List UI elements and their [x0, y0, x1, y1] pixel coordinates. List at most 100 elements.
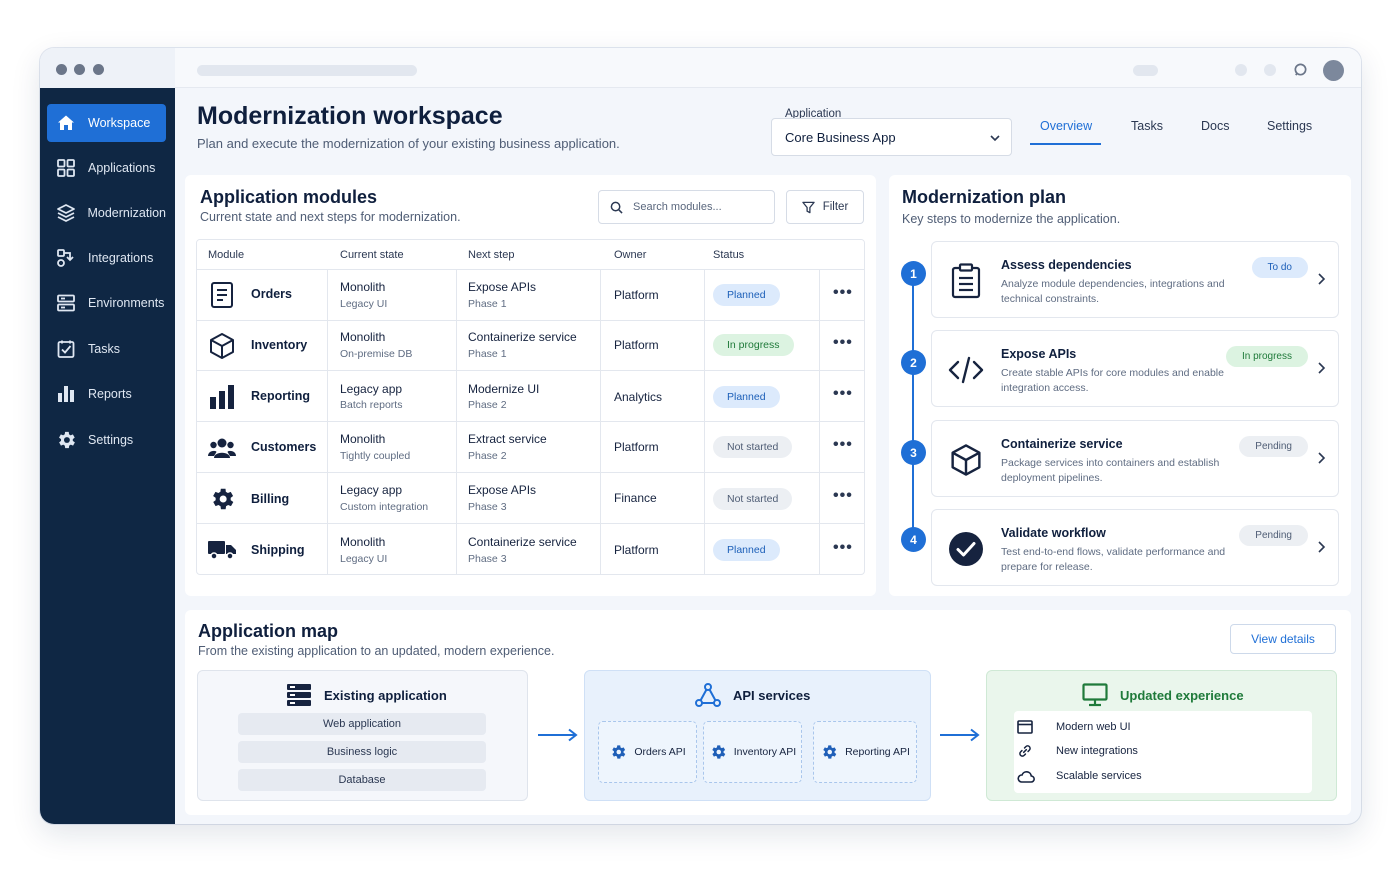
sidebar-item-label: Environments: [88, 296, 165, 310]
layer-item: Business logic: [238, 741, 486, 763]
column-header[interactable]: Owner: [614, 249, 646, 261]
tab-settings[interactable]: Settings: [1267, 119, 1312, 133]
owner: Platform: [614, 338, 659, 352]
tab-tasks[interactable]: Tasks: [1131, 119, 1163, 133]
plan-step[interactable]: Validate workflow Test end-to-end flows,…: [931, 509, 1339, 586]
toolbar-circle[interactable]: [1235, 64, 1247, 76]
module-name: Shipping: [251, 543, 305, 557]
current-state: Monolith: [340, 535, 386, 549]
current-state-detail: Legacy UI: [340, 553, 388, 565]
toolbar-circle[interactable]: [1264, 64, 1276, 76]
layer-item: Database: [238, 769, 486, 791]
api-title-row: API services: [695, 683, 810, 707]
tab-overview[interactable]: Overview: [1040, 119, 1092, 133]
current-state: Legacy app: [340, 382, 403, 396]
plan-step[interactable]: Expose APIs Create stable APIs for core …: [931, 330, 1339, 407]
api-chip[interactable]: Inventory API: [703, 721, 802, 783]
column-header[interactable]: Status: [713, 249, 744, 261]
layers-icon: [55, 202, 76, 224]
current-state: Monolith: [340, 330, 386, 344]
step-number: 2: [901, 350, 926, 375]
main-content: Modernization workspace Plan and execute…: [175, 88, 1361, 824]
sidebar-item-environments[interactable]: Environments: [47, 284, 166, 322]
row-menu-button[interactable]: •••: [833, 539, 853, 557]
modules-subtitle: Current state and next steps for moderni…: [200, 210, 461, 224]
plan-subtitle: Key steps to modernize the application.: [902, 212, 1121, 226]
step-description: Package services into containers and est…: [1001, 457, 1220, 484]
current-state-detail: Tightly coupled: [340, 450, 411, 462]
status-badge: To do: [1251, 257, 1308, 278]
view-details-button[interactable]: View details: [1230, 624, 1336, 654]
window-control-dot[interactable]: [93, 64, 104, 75]
sidebar-item-reports[interactable]: Reports: [47, 375, 166, 413]
api-services-box: API services Orders API Inventory API Re…: [584, 670, 931, 801]
modules-title: Application modules: [200, 187, 378, 207]
plan-card: Modernization plan Key steps to moderniz…: [889, 175, 1351, 596]
current-state: Monolith: [340, 432, 386, 446]
sidebar-item-tasks[interactable]: Tasks: [47, 330, 166, 368]
step-title: Validate workflow: [1001, 526, 1106, 540]
table-row[interactable]: Reporting Legacy app Batch reports Moder…: [197, 371, 864, 422]
column-header[interactable]: Next step: [468, 249, 514, 261]
window-control-dot[interactable]: [74, 64, 85, 75]
status-badge: Not started: [713, 436, 793, 458]
app-window: Workspace Applications Modernization Int…: [40, 48, 1361, 824]
filter-button[interactable]: Filter: [786, 190, 864, 224]
plan-step[interactable]: Assess dependencies Analyze module depen…: [931, 241, 1339, 318]
next-step: Expose APIs: [468, 483, 537, 497]
updated-item-label: Scalable services: [1056, 770, 1142, 782]
integrations-icon: [55, 247, 77, 269]
window-control-dot[interactable]: [56, 64, 67, 75]
sidebar-item-modernization[interactable]: Modernization: [47, 194, 166, 232]
application-select[interactable]: Core Business App: [771, 118, 1012, 156]
search-placeholder: Search modules...: [633, 201, 722, 213]
column-header[interactable]: Module: [208, 249, 244, 261]
gear-icon: [709, 743, 734, 761]
table-row[interactable]: Inventory Monolith On-premise DB Contain…: [197, 321, 864, 371]
row-menu-button[interactable]: •••: [833, 284, 853, 302]
sidebar-item-label: Integrations: [88, 251, 154, 265]
table-row[interactable]: Customers Monolith Tightly coupled Extra…: [197, 422, 864, 473]
gear-icon: [207, 484, 237, 514]
table-row[interactable]: Billing Legacy app Custom integration Ex…: [197, 473, 864, 524]
api-chip[interactable]: Reporting API: [813, 721, 917, 783]
status-badge: In progress: [713, 334, 794, 356]
table-row[interactable]: Shipping Monolith Legacy UI Containerize…: [197, 524, 864, 574]
next-step: Containerize service: [468, 330, 577, 344]
sidebar-item-settings[interactable]: Settings: [47, 421, 166, 459]
next-step-phase: Phase 1: [468, 348, 507, 360]
api-chip[interactable]: Orders API: [598, 721, 697, 783]
tab-docs[interactable]: Docs: [1201, 119, 1229, 133]
search-input[interactable]: Search modules...: [598, 190, 775, 224]
current-state-detail: On-premise DB: [340, 348, 413, 360]
row-menu-button[interactable]: •••: [833, 436, 853, 454]
step-title: Expose APIs: [1001, 347, 1077, 361]
sidebar-item-label: Modernization: [87, 206, 166, 220]
avatar[interactable]: [1323, 60, 1344, 81]
plan-step[interactable]: Containerize service Package services in…: [931, 420, 1339, 497]
table-row[interactable]: Orders Monolith Legacy UI Expose APIs Ph…: [197, 270, 864, 321]
map-title: Application map: [198, 621, 339, 641]
address-bar[interactable]: [197, 65, 417, 76]
next-step-phase: Phase 2: [468, 450, 507, 462]
notification-icon[interactable]: [1293, 62, 1308, 77]
toolbar-pill[interactable]: [1133, 65, 1158, 76]
users-icon: [207, 433, 237, 463]
next-step: Extract service: [468, 432, 547, 446]
sidebar-item-applications[interactable]: Applications: [47, 149, 166, 187]
column-header[interactable]: Current state: [340, 249, 404, 261]
existing-title: Existing application: [324, 687, 447, 703]
sidebar-item-integrations[interactable]: Integrations: [47, 239, 166, 277]
server-icon: [286, 683, 324, 707]
status-badge: Planned: [713, 539, 780, 561]
row-menu-button[interactable]: •••: [833, 487, 853, 505]
bar-chart-icon: [55, 383, 77, 405]
next-step: Expose APIs: [468, 280, 537, 294]
row-menu-button[interactable]: •••: [833, 385, 853, 403]
checkbox-icon: [55, 338, 77, 360]
row-menu-button[interactable]: •••: [833, 334, 853, 352]
api-title: API services: [733, 687, 811, 703]
next-step-phase: Phase 3: [468, 501, 507, 513]
sidebar-item-workspace[interactable]: Workspace: [47, 104, 166, 142]
cloud-icon: [1017, 770, 1035, 783]
